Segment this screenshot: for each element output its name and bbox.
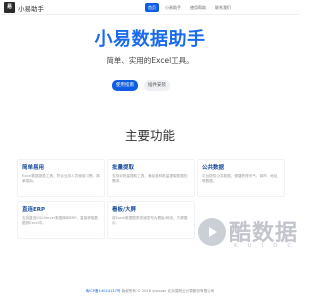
logo[interactable]: 易 [4, 2, 15, 13]
features-title: 主要功能 [124, 128, 175, 143]
brand-name[interactable]: 小易助手 [18, 3, 44, 13]
play-icon [198, 218, 226, 246]
feature-card-public-data: 公共数据 平台提供公共数据，便捷获得天气、城市、地址等数据。 [197, 159, 285, 197]
feature-card-desc: 平台提供公共数据，便捷获得天气、城市、地址等数据。 [202, 174, 278, 183]
install-plugin-button[interactable]: 插件安装 [144, 80, 170, 91]
feature-card-easy: 简单易用 Excel数据报表工具，符合业务人员使用习惯，简单易用。 [17, 159, 105, 197]
nav-item-assistant[interactable]: 小易助手 [162, 3, 184, 12]
feature-card-desc: Excel数据报表工具，符合业务人员使用习惯，简单易用。 [22, 174, 100, 183]
feature-card-title: 简单易用 [22, 165, 45, 171]
feature-card-erp: 直连ERP 支持直连SQLServer数据库和ERP，直接获取数据到Excel中… [17, 201, 105, 239]
hero-title: 小易数据助手 [94, 29, 206, 50]
watermark-letters: KUIDC [234, 243, 302, 249]
footer: 粤ICP备14024137号 版权所有 © 2016 yixiaoer 北京易耐… [0, 289, 300, 294]
feature-card-dashboard: 看板/大屏 将Excel数据图表快速发布为看板/网页，方便展示。 [107, 201, 195, 239]
feature-card-batch: 批量提取 支持对批量提取工具，满足各种批量提取数据的需求。 [107, 159, 195, 197]
feature-card-desc: 支持对批量提取工具，满足各种批量提取数据的需求。 [112, 174, 188, 183]
nav-item-home[interactable]: 首页 [145, 3, 159, 12]
nav-item-contact[interactable]: 联系我们 [212, 3, 234, 12]
main-nav: 首页 小易助手 使用帮助 联系我们 [145, 3, 234, 12]
nav-item-help[interactable]: 使用帮助 [187, 3, 209, 12]
top-navbar: 易 小易助手 首页 小易助手 使用帮助 联系我们 [0, 0, 300, 15]
feature-card-title: 直连ERP [22, 207, 46, 213]
watermark: 酷数据 KUIDC [198, 210, 297, 258]
icp-link[interactable]: 粤ICP备14024137号 [86, 289, 121, 293]
feature-card-title: 批量提取 [112, 165, 135, 171]
logo-glyph: 易 [6, 4, 12, 10]
feature-card-desc: 将Excel数据图表快速发布为看板/网页，方便展示。 [112, 216, 188, 225]
guide-button[interactable]: 使用指南 [112, 80, 138, 91]
feature-card-desc: 支持直连SQLServer数据库和ERP，直接获取数据到Excel中。 [22, 216, 99, 225]
copyright: 版权所有 © 2016 yixiaoer 北京易耐云计算股份有限公司 [121, 289, 215, 293]
feature-card-title: 公共数据 [202, 165, 225, 171]
hero-subtitle: 简单、实用的Excel工具。 [106, 56, 194, 65]
feature-card-title: 看板/大屏 [112, 207, 137, 213]
